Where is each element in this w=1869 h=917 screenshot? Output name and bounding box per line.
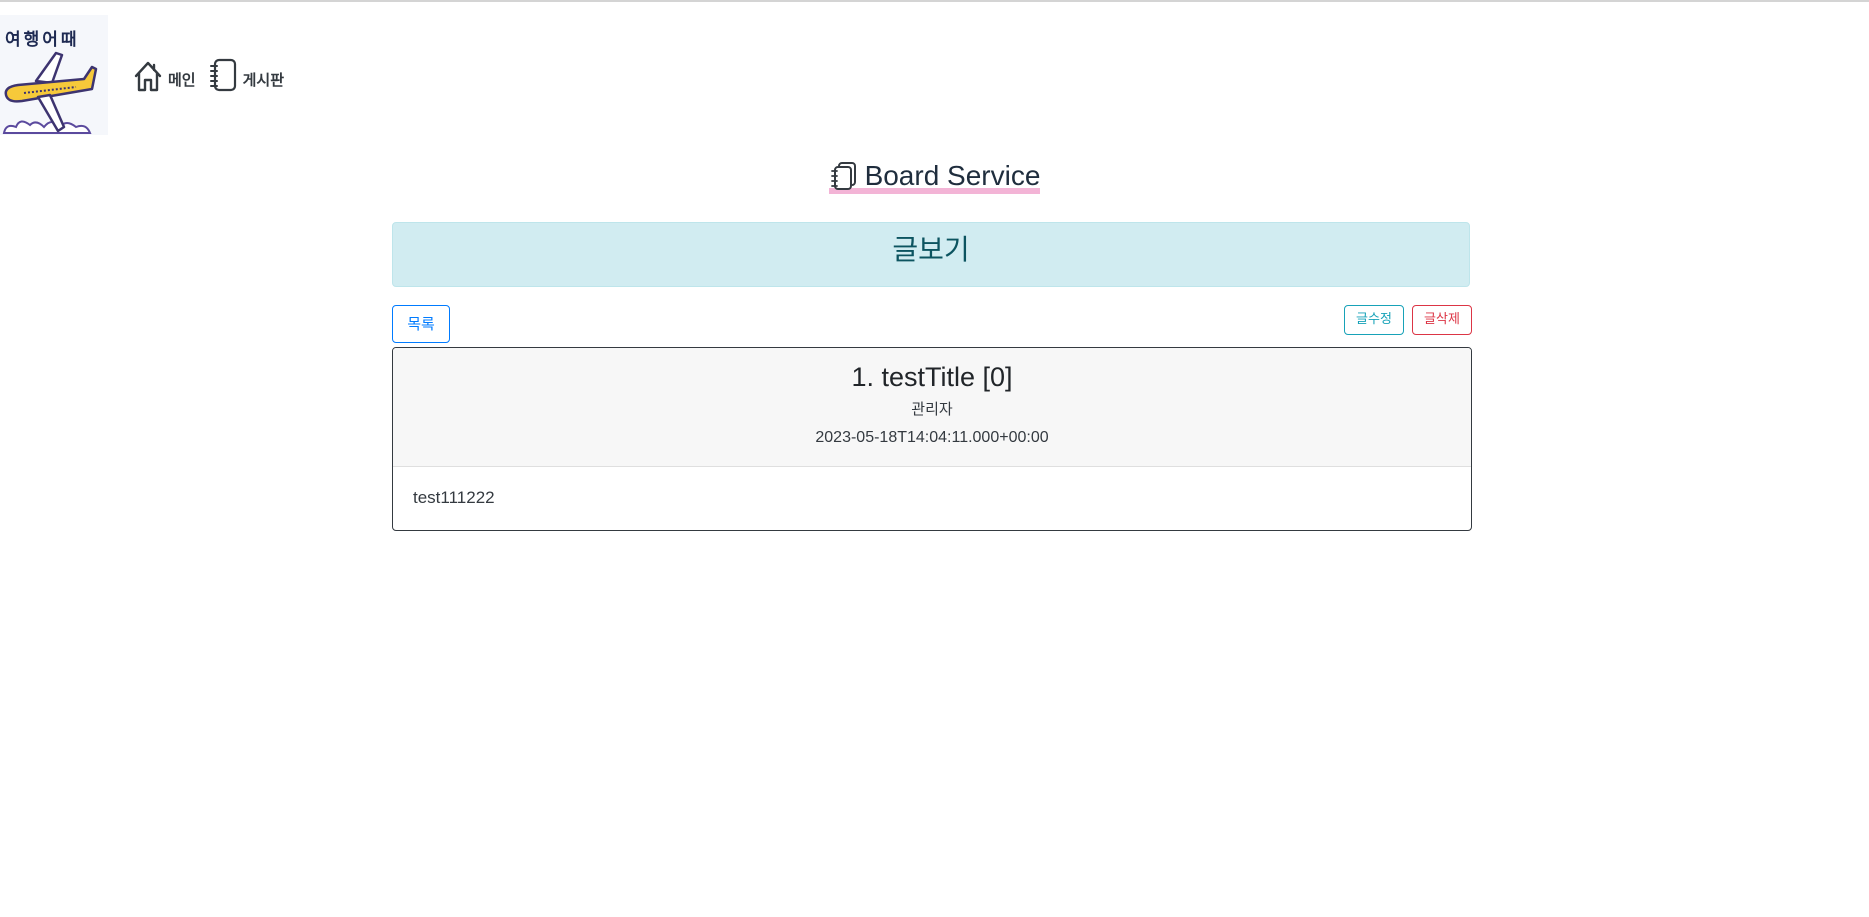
- logo-text: 여행어때: [5, 30, 80, 50]
- edit-post-button[interactable]: 글수정: [1344, 305, 1404, 335]
- notebook-icon: [209, 58, 236, 92]
- nav-board[interactable]: 게시판: [208, 58, 284, 92]
- nav-main-label: 메인: [168, 71, 196, 89]
- post-title: 1. testTitle [0]: [851, 362, 1013, 392]
- page-heading-banner: 글보기: [392, 222, 1470, 287]
- service-title: Board Service: [0, 160, 1869, 196]
- house-icon: [134, 61, 162, 92]
- stacked-notebooks-icon: [830, 162, 856, 190]
- post-content: test111222: [413, 488, 495, 507]
- post-card: 1. testTitle [0] 관리자 2023-05-18T14:04:11…: [392, 347, 1472, 531]
- delete-post-button[interactable]: 글삭제: [1412, 305, 1472, 335]
- post-date: 2023-05-18T14:04:11.000+00:00: [815, 429, 1049, 446]
- list-button[interactable]: 목록: [392, 305, 450, 343]
- service-title-text: Board Service: [864, 160, 1041, 191]
- post-header: 1. testTitle [0] 관리자 2023-05-18T14:04:11…: [393, 348, 1471, 467]
- nav-board-label: 게시판: [242, 71, 285, 89]
- page-heading: 글보기: [892, 233, 970, 266]
- site-logo[interactable]: 여행어때: [0, 15, 108, 135]
- top-nav: 메인 게시판: [133, 56, 296, 92]
- airplane-icon: [2, 51, 98, 134]
- nav-main[interactable]: 메인: [133, 60, 196, 92]
- top-border: [0, 0, 1869, 2]
- post-author: 관리자: [911, 400, 953, 418]
